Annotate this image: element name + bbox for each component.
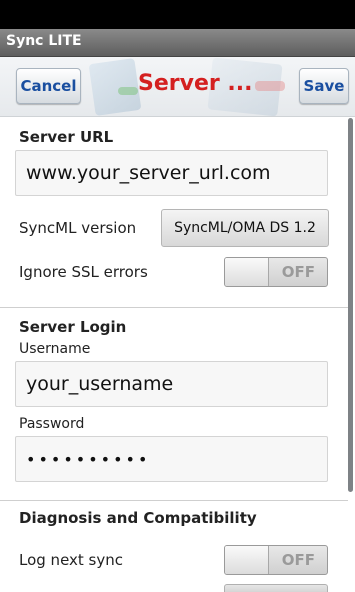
app-title-bar: Sync LITE bbox=[0, 29, 355, 57]
toggle-knob bbox=[225, 258, 269, 286]
password-label: Password bbox=[19, 416, 85, 432]
toggle-state: OFF bbox=[281, 551, 315, 569]
ignore-ssl-label: Ignore SSL errors bbox=[19, 263, 148, 281]
syncml-version-select[interactable]: SyncML/OMA DS 1.2 bbox=[161, 209, 329, 247]
page-header: Cancel Server ... Save bbox=[0, 57, 355, 117]
ignore-ssl-toggle[interactable]: OFF bbox=[224, 257, 328, 287]
save-button[interactable]: Save bbox=[299, 68, 349, 104]
password-input[interactable]: •••••••••• bbox=[15, 436, 328, 482]
section-title-server-url: Server URL bbox=[19, 128, 114, 146]
server-url-input[interactable]: www.your_server_url.com bbox=[15, 150, 328, 196]
section-divider bbox=[0, 500, 348, 501]
page-title: Server ... bbox=[138, 71, 253, 96]
toggle-state: OFF bbox=[281, 263, 315, 281]
section-divider bbox=[0, 307, 348, 308]
log-next-sync-label: Log next sync bbox=[19, 551, 124, 569]
syncml-version-label: SyncML version bbox=[19, 219, 137, 237]
section-title-diagnosis: Diagnosis and Compatibility bbox=[19, 509, 257, 527]
cancel-button[interactable]: Cancel bbox=[16, 68, 81, 104]
app-title: Sync LITE bbox=[6, 33, 82, 49]
username-input[interactable]: your_username bbox=[15, 361, 328, 407]
toggle-knob bbox=[225, 546, 269, 574]
section-title-server-login: Server Login bbox=[19, 318, 127, 336]
partial-toggle[interactable] bbox=[224, 584, 328, 592]
username-label: Username bbox=[19, 341, 91, 357]
header-background-graphic bbox=[255, 81, 285, 91]
scrollbar[interactable] bbox=[348, 118, 353, 492]
log-next-sync-toggle[interactable]: OFF bbox=[224, 545, 328, 575]
status-bar bbox=[0, 0, 355, 29]
header-background-graphic bbox=[118, 87, 138, 95]
